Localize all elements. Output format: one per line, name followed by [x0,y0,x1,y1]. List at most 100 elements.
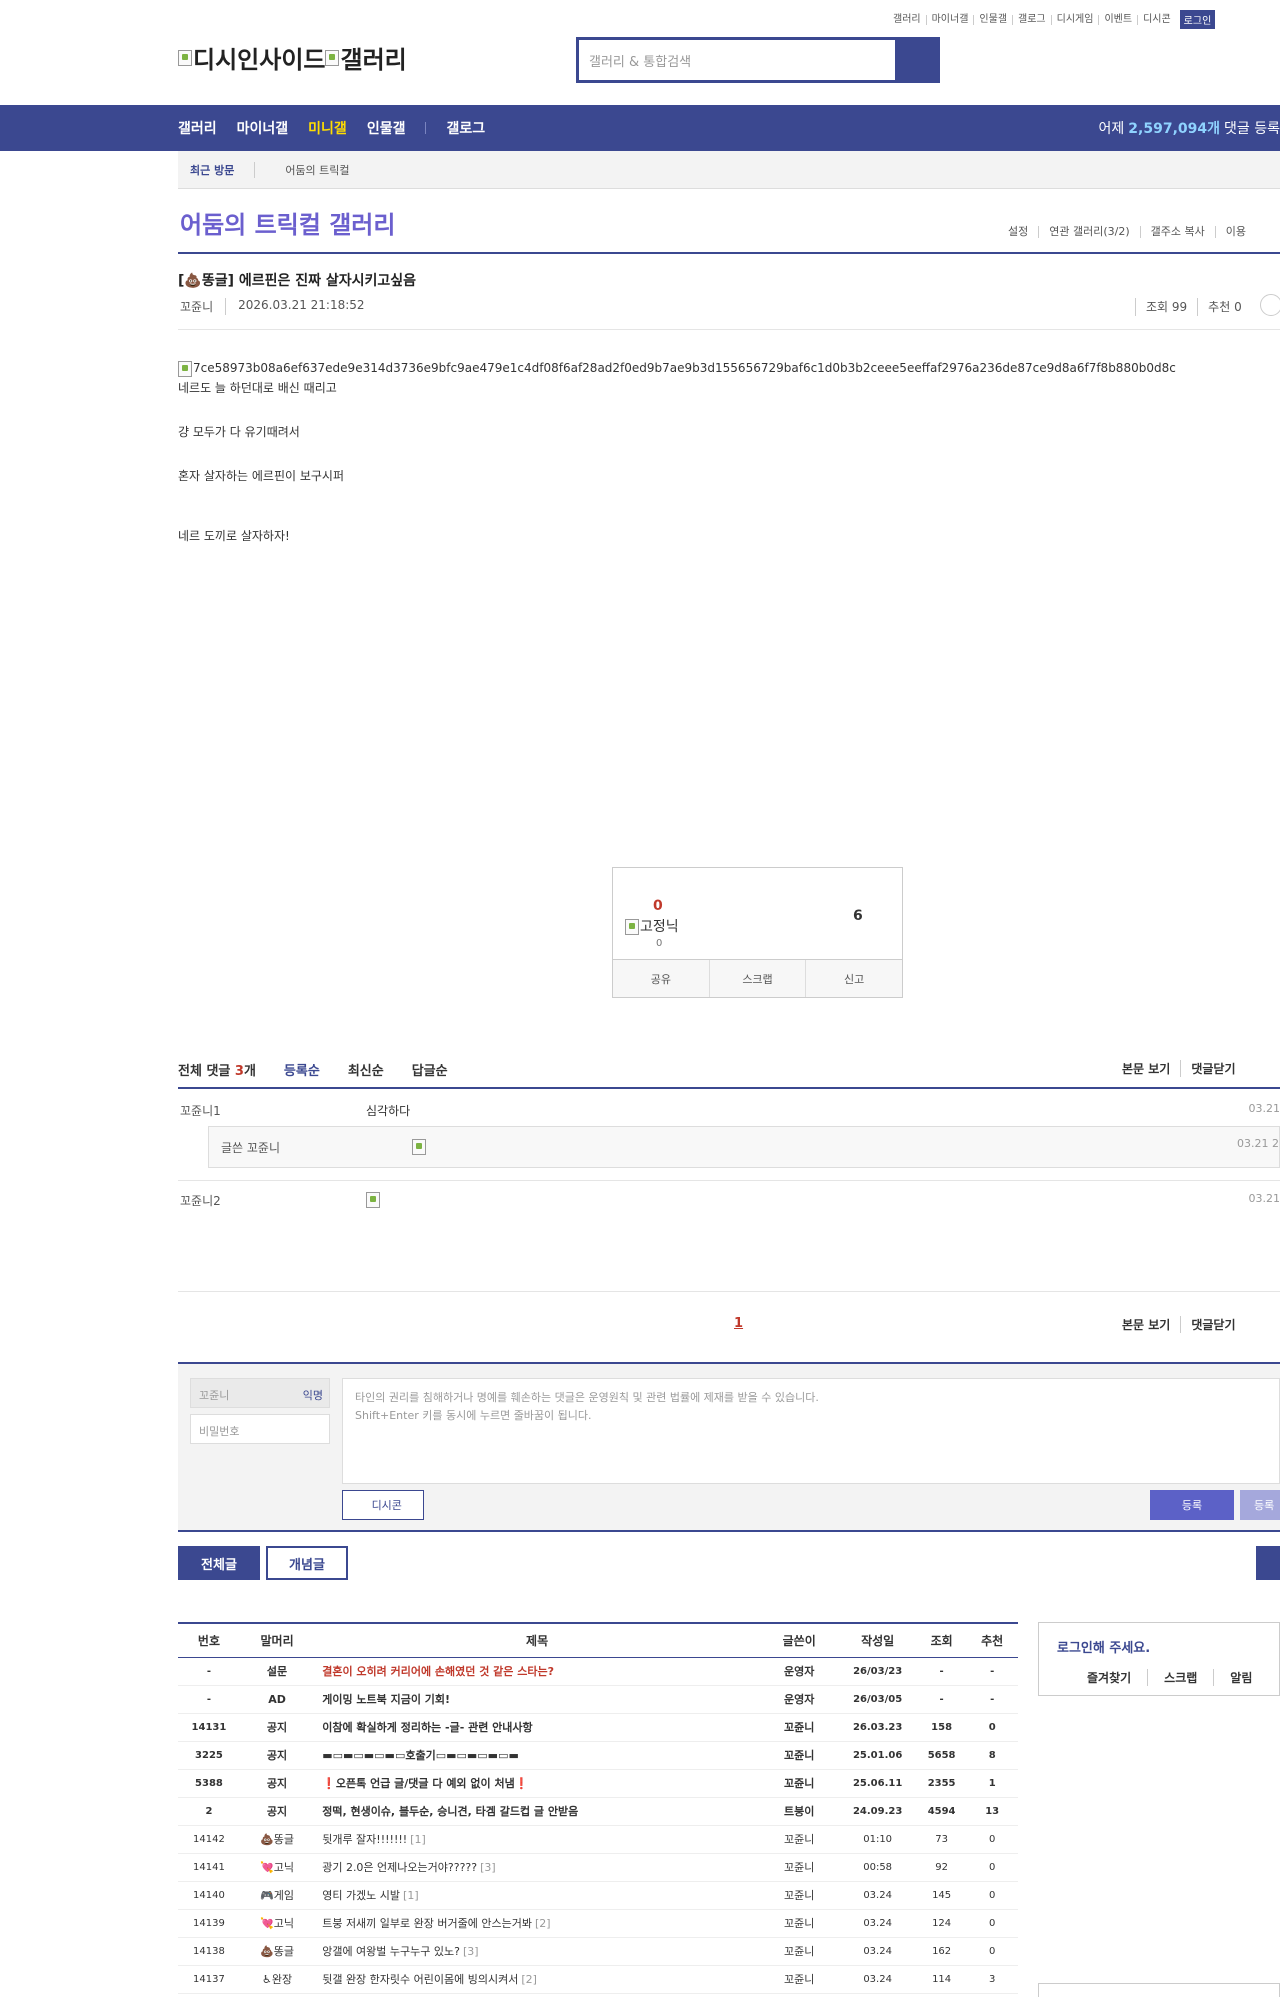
view-post-button[interactable]: 본문 보기 [1122,1060,1180,1077]
comment-nick[interactable]: 글쓴 꼬쥰니 [221,1139,280,1156]
table-row[interactable]: - AD 게이밍 노트북 지금이 기회! 운영자 26/03/05- - [178,1685,1018,1714]
util-link-dccon[interactable]: 디시콘 [1137,14,1176,25]
comment-submit-button[interactable]: 등록 [1150,1490,1234,1520]
util-link-dcgame[interactable]: 디시게임 [1050,14,1099,25]
row-title[interactable]: 이참에 확실하게 정리하는 -글- 관련 안내사항 [314,1713,760,1742]
reply-count[interactable]: [1] [410,1833,426,1846]
table-row[interactable]: - 설문 결혼이 오히려 커리어에 손해였던 것 같은 스타는? 운영자 26/03/2… [178,1657,1018,1686]
dccon-button[interactable]: 디시콘 [342,1490,424,1520]
login-button[interactable]: 로그인 [1179,10,1216,29]
tab-recommended-posts[interactable]: 개념글 [266,1546,348,1580]
table-row[interactable]: 14142 💩똥글 뒷개루 잘자!!!!!!! [1] 꼬쥰니 01:10 73 0 [178,1825,1018,1854]
login-prompt[interactable]: 로그인해 주세요. [1057,1637,1150,1656]
row-title[interactable]: 결혼이 오히려 커리어에 손해였던 것 같은 스타는? [314,1657,760,1686]
more-options-icon[interactable] [1259,294,1280,316]
search-input[interactable]: 갤러리 & 통합검색 [579,40,895,80]
gallery-option-usage[interactable]: 이용 [1214,226,1256,238]
tab-all-posts[interactable]: 전체글 [178,1546,260,1580]
password-field[interactable]: 비밀번호 [190,1414,330,1444]
row-writer[interactable]: 꼬쥰니 [760,1965,839,1994]
sort-by-replies[interactable]: 답글순 [412,1060,448,1079]
table-row[interactable]: 14137 ♿완장 뒷갤 완장 한자릿수 어린이몸에 빙의시켜서 [2] 꼬쥰니 03.2… [178,1965,1018,1994]
site-logo[interactable]: 디시인사이드 갤러리 [178,40,407,75]
table-row[interactable]: 3225 공지 ▬▭▬▭▬▭▬▭호출기▭▬▭▬▭▬▭▬ 꼬쥰니 25.01.06 5658… [178,1741,1018,1770]
notification-button[interactable]: 알림 [1213,1669,1268,1686]
close-comments-button[interactable]: 댓글닫기 [1180,1316,1245,1333]
nickname-field[interactable]: 꼬쥰니 익명 [190,1378,330,1408]
row-title[interactable]: 광기 2.0은 언제나오는거야????? [3] [314,1853,760,1882]
recent-visit-item[interactable]: 어둠의 트릭컬 [255,162,349,178]
row-title[interactable]: 정떡, 현생이슈, 블두순, 승니견, 타겜 갈드컵 글 안받음 [314,1797,760,1826]
row-title[interactable]: 트붕 저새끼 일부로 완장 버거줄에 안스는거봐 [2] [314,1909,760,1938]
post-date: 2026.03.21 21:18:52 [225,298,365,315]
row-date: 03.24 [838,1965,917,1994]
search-button[interactable] [895,40,937,80]
upvote-count[interactable]: 0 [653,898,663,914]
table-row[interactable]: 14141 💘고닉 광기 2.0은 언제나오는거야????? [3] 꼬쥰니 00:58 9… [178,1853,1018,1882]
comment-submit-alt-button[interactable]: 등록 [1240,1490,1280,1520]
row-writer[interactable]: 꼬쥰니 [760,1881,839,1910]
close-comments-button[interactable]: 댓글닫기 [1180,1060,1245,1077]
row-title[interactable]: 앙갤에 여왕벌 누구누구 있노? [3] [314,1937,760,1966]
gnb-item-mini[interactable]: 미니갤 [308,118,347,138]
sort-by-latest[interactable]: 최신순 [348,1060,384,1079]
sort-by-registered[interactable]: 등록순 [284,1060,320,1079]
comment-nick[interactable]: 꼬쥰니1 [180,1102,221,1119]
table-row[interactable]: 14140 🎮게임 영티 가겠노 시발 [1] 꼬쥰니 03.24 145 0 [178,1881,1018,1910]
row-writer[interactable]: 꼬쥰니 [760,1741,839,1770]
gnb-item-gallog[interactable]: 갤로그 [446,118,485,138]
util-link-gallery[interactable]: 갤러리 [893,14,926,25]
row-writer[interactable]: 운영자 [760,1657,839,1686]
favorites-button[interactable]: 즐겨찾기 [1039,1669,1147,1686]
comment-nick[interactable]: 꼬쥰니2 [180,1192,221,1209]
row-title[interactable]: 게이밍 노트북 지금이 기회! [314,1685,760,1714]
post-header-divider [178,329,1280,330]
gnb-item-gallery[interactable]: 갤러리 [178,118,217,138]
row-title[interactable]: ❗오픈톡 언급 글/댓글 다 예외 없이 처냄❗ [314,1769,760,1798]
reply-count[interactable]: [2] [521,1973,537,1986]
row-writer[interactable]: 운영자 [760,1685,839,1714]
write-button[interactable] [1256,1546,1280,1580]
reply-count[interactable]: [3] [463,1945,479,1958]
row-title[interactable]: 뒷개루 잘자!!!!!!! [1] [314,1825,760,1854]
row-recommend: 0 [966,1853,1018,1882]
scrap-button[interactable]: 스크랩 [708,960,806,997]
report-button[interactable]: 신고 [805,960,902,997]
row-writer[interactable]: 꼬쥰니 [760,1937,839,1966]
comment-textarea[interactable]: 타인의 권리를 침해하거나 명예를 훼손하는 댓글은 운영원칙 및 관련 법률에… [342,1378,1280,1484]
table-row[interactable]: 14138 💩똥글 앙갤에 여왕벌 누구누구 있노? [3] 꼬쥰니 03.24 162 0 [178,1937,1018,1966]
view-post-button[interactable]: 본문 보기 [1122,1316,1180,1333]
table-row[interactable]: 5388 공지 ❗오픈톡 언급 글/댓글 다 예외 없이 처냄❗ 꼬쥰니 25.06.1… [178,1769,1018,1798]
reply-count[interactable]: [1] [403,1889,419,1902]
table-row[interactable]: 2 공지 정떡, 현생이슈, 블두순, 승니견, 타겜 갈드컵 글 안받음 트붕이 24… [178,1797,1018,1826]
gallery-option-settings[interactable]: 설정 [1008,226,1038,238]
table-row[interactable]: 14139 💘고닉 트붕 저새끼 일부로 완장 버거줄에 안스는거봐 [2] 꼬쥰니 03… [178,1909,1018,1938]
gnb-item-person[interactable]: 인물갤 [367,118,406,138]
row-writer[interactable]: 꼬쥰니 [760,1909,839,1938]
post-author[interactable]: 꼬쥰니 [180,298,213,315]
row-title[interactable]: 뒷갤 완장 한자릿수 어린이몸에 빙의시켜서 [2] [314,1965,760,1994]
row-title[interactable]: 영티 가겠노 시발 [1] [314,1881,760,1910]
util-link-person[interactable]: 인물갤 [973,14,1012,25]
row-writer[interactable]: 꼬쥰니 [760,1769,839,1798]
gallery-title[interactable]: 어둠의 트릭컬 갤러리 [180,205,395,240]
gallery-option-related[interactable]: 연관 갤러리(3/2) [1038,226,1139,238]
util-link-gallog[interactable]: 갤로그 [1012,14,1051,25]
row-writer[interactable]: 꼬쥰니 [760,1853,839,1882]
gnb-item-minor[interactable]: 마이너갤 [237,118,289,138]
util-link-minor[interactable]: 마이너갤 [925,14,974,25]
share-button[interactable]: 공유 [613,960,709,997]
downvote-count[interactable]: 6 [853,908,863,924]
table-row[interactable]: 14131 공지 이참에 확실하게 정리하는 -글- 관련 안내사항 꼬쥰니 26.03… [178,1713,1018,1742]
gallery-option-copy-url[interactable]: 갤주소 복사 [1139,226,1215,238]
row-title[interactable]: ▬▭▬▭▬▭▬▭호출기▭▬▭▬▭▬▭▬ [314,1741,760,1770]
row-writer[interactable]: 트붕이 [760,1797,839,1826]
reply-count[interactable]: [3] [480,1861,496,1874]
row-writer[interactable]: 꼬쥰니 [760,1713,839,1742]
page-number-current[interactable]: 1 [734,1316,743,1331]
util-link-event[interactable]: 이벤트 [1098,14,1137,25]
row-writer[interactable]: 꼬쥰니 [760,1825,839,1854]
scrap-list-button[interactable]: 스크랩 [1147,1669,1213,1686]
reply-count[interactable]: [2] [535,1917,551,1930]
anonymous-toggle[interactable]: 익명 [303,1387,323,1403]
